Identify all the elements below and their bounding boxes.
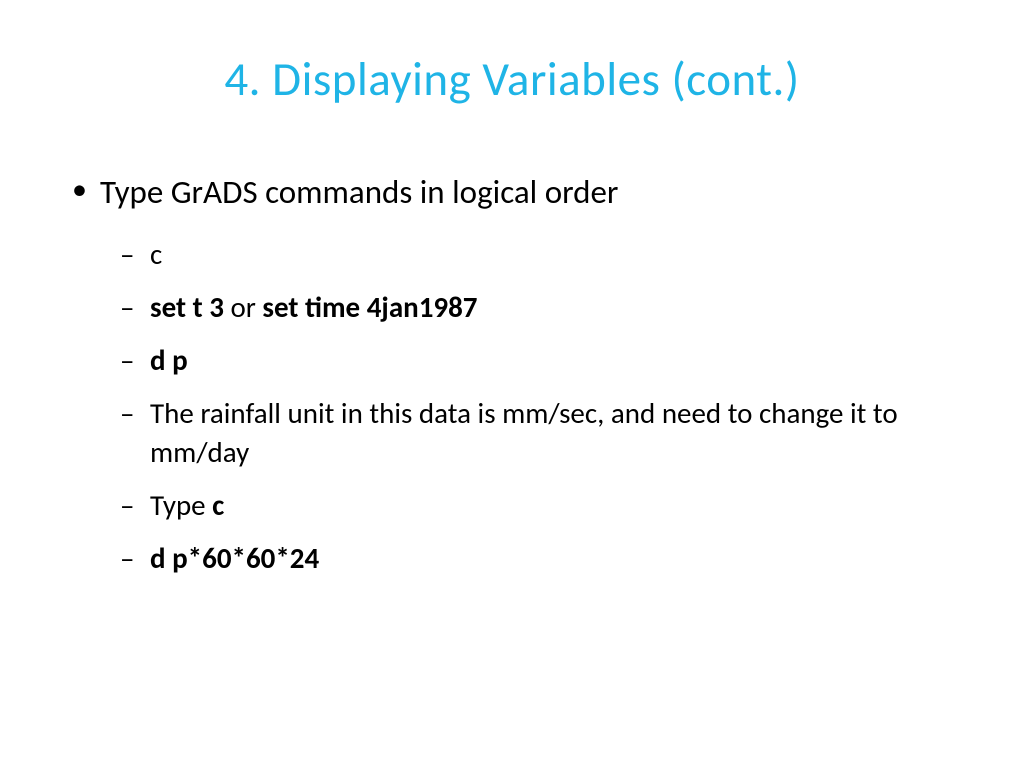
sub-item-1: c: [150, 235, 964, 274]
bullet-text: Type GrADS commands in logical order: [100, 172, 618, 212]
command-d-p: d p: [150, 342, 188, 378]
sub-item-6: d p*60*60*24: [150, 539, 964, 578]
sub-item-3: d p: [150, 341, 964, 380]
command-c: c: [212, 487, 224, 523]
sub-item-2: set t 3 or set time 4jan1987: [150, 288, 964, 327]
slide-title: 4. Displaying Variables (cont.): [60, 50, 964, 108]
text-or: or: [224, 289, 263, 325]
sub-item-4: The rainfall unit in this data is mm/sec…: [150, 394, 964, 472]
sub-item-5: Type c: [150, 486, 964, 525]
bullet-item-1: Type GrADS commands in logical order c s…: [100, 170, 964, 579]
command-d-p-multiply: d p*60*60*24: [150, 540, 319, 576]
command-set-t: set t 3: [150, 289, 224, 325]
command-set-time: set time 4jan1987: [262, 289, 477, 325]
sub-list: c set t 3 or set time 4jan1987 d p The r…: [100, 235, 964, 579]
main-list: Type GrADS commands in logical order c s…: [60, 170, 964, 579]
text-type: Type: [150, 487, 212, 523]
